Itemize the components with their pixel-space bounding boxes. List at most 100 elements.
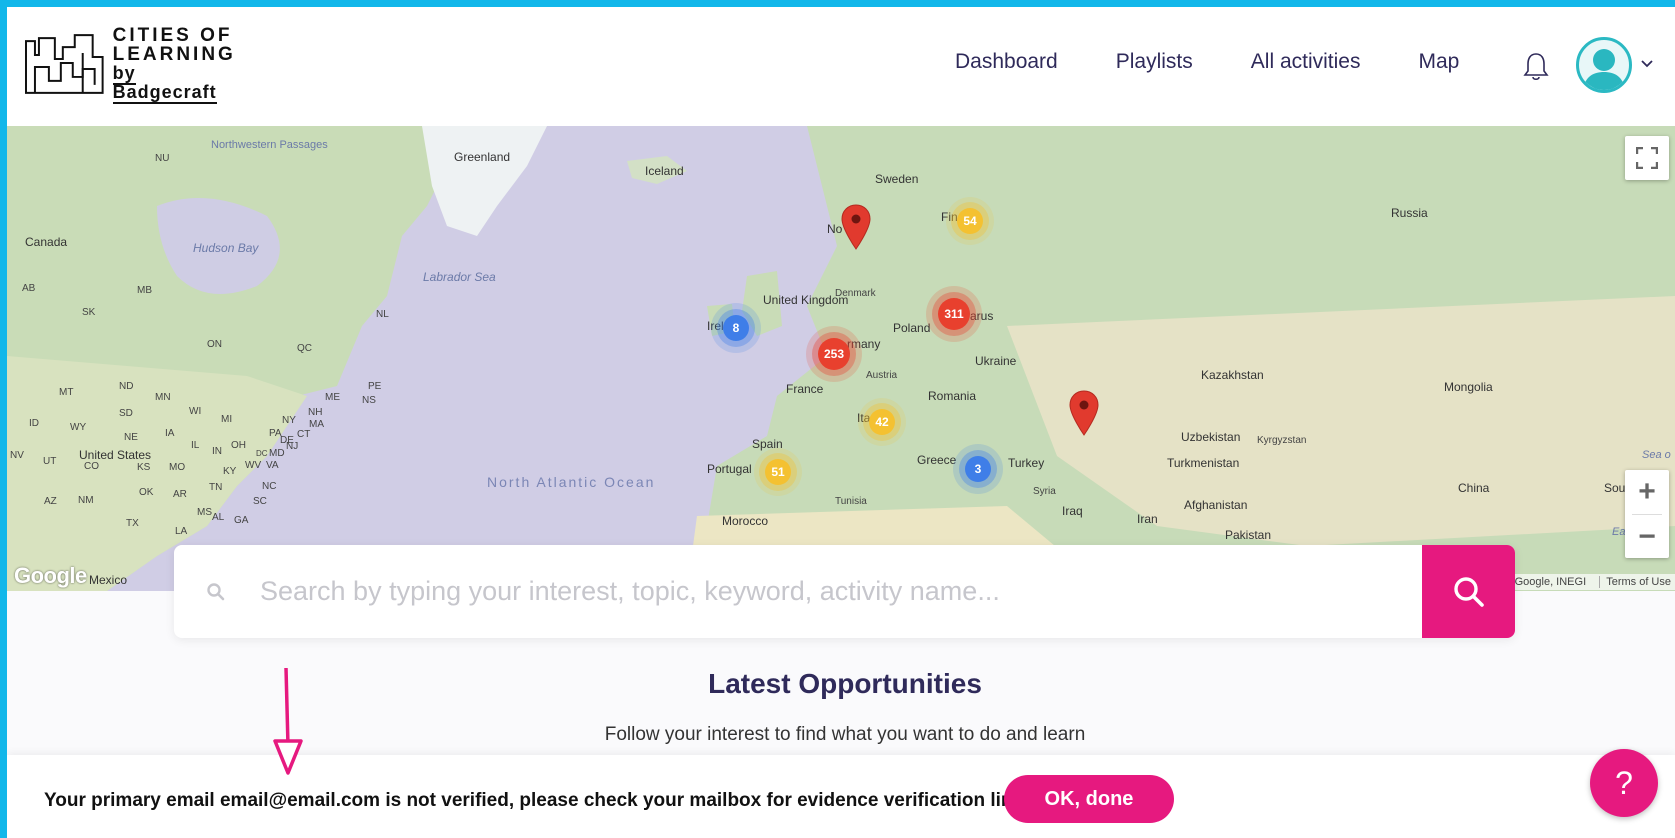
map-label-uzbekistan: Uzbekistan: [1181, 430, 1241, 444]
map-label-wv: WV: [245, 460, 262, 471]
map-label-ut: UT: [43, 456, 57, 467]
map-label-al: AL: [212, 512, 225, 523]
map-label-nv: NV: [10, 450, 24, 461]
map-cluster-iberia[interactable]: 51: [765, 459, 791, 485]
map-label-kazakhstan: Kazakhstan: [1201, 368, 1264, 382]
zoom-control: + −: [1625, 470, 1669, 558]
map-label-ia: IA: [165, 428, 175, 439]
map-label-iraq: Iraq: [1062, 504, 1083, 518]
map-label-canada: Canada: [25, 235, 68, 249]
nav-all-activities[interactable]: All activities: [1251, 50, 1361, 74]
map-label-belarus: arus: [970, 309, 994, 323]
search-bar: [174, 545, 1515, 638]
map-pin-icon[interactable]: [841, 204, 871, 250]
logo-line-2: LEARNING: [112, 44, 236, 65]
nav-dashboard[interactable]: Dashboard: [955, 50, 1058, 74]
map-cluster-ireland[interactable]: 8: [723, 315, 749, 341]
map-attribution-text: Google, INEGI: [1514, 576, 1587, 588]
map-label-uk: United Kingdom: [763, 293, 849, 307]
map-label-turkey: Turkey: [1008, 456, 1045, 470]
map-label-syria: Syria: [1033, 486, 1056, 497]
latest-opportunities-subtitle: Follow your interest to find what you wa…: [604, 724, 1086, 745]
map-label-pe: PE: [368, 381, 382, 392]
logo[interactable]: CITIES OF LEARNING by Badgecraft: [25, 26, 245, 104]
map-label-mb: MB: [137, 285, 152, 296]
map[interactable]: Northwestern Passages Greenland Iceland …: [7, 126, 1675, 591]
chevron-down-icon[interactable]: [1640, 56, 1654, 70]
map-cluster-turkey[interactable]: 3: [965, 456, 991, 482]
map-label-kyrgyzstan: Kyrgyzstan: [1257, 435, 1307, 446]
map-cluster-baltic[interactable]: 311: [938, 298, 970, 330]
map-label-sc: SC: [253, 496, 267, 507]
map-label-mexico: Mexico: [89, 573, 128, 587]
map-label-morocco: Morocco: [722, 514, 769, 528]
map-label-on: ON: [207, 339, 222, 350]
map-label-nd: ND: [119, 381, 134, 392]
map-pin-icon[interactable]: [1069, 390, 1099, 436]
avatar-icon: [1583, 49, 1625, 90]
fullscreen-button[interactable]: [1625, 136, 1669, 180]
map-terms-link[interactable]: Terms of Use: [1599, 576, 1671, 588]
help-icon: ?: [1615, 764, 1633, 801]
map-label-md: MD: [269, 448, 285, 459]
map-label-tunisia: Tunisia: [835, 496, 867, 507]
map-label-iceland: Iceland: [645, 164, 684, 178]
map-label-ct: CT: [297, 429, 311, 440]
help-button[interactable]: ?: [1590, 749, 1658, 817]
map-label-nw-passages: Northwestern Passages: [211, 139, 328, 151]
main-nav: Dashboard Playlists All activities Map: [955, 50, 1517, 74]
search-input[interactable]: [258, 575, 1342, 608]
map-label-portugal: Portugal: [707, 462, 752, 476]
map-label-north-atlantic: North Atlantic Ocean: [487, 474, 656, 490]
search-button[interactable]: [1422, 545, 1515, 638]
map-cluster-finland[interactable]: 54: [957, 208, 983, 234]
map-cluster-italy[interactable]: 42: [869, 409, 895, 435]
map-label-il: IL: [191, 440, 200, 451]
fullscreen-icon: [1636, 147, 1658, 169]
zoom-in-button[interactable]: +: [1638, 470, 1656, 514]
map-label-nl: NL: [376, 309, 389, 320]
ok-done-button[interactable]: OK, done: [1004, 775, 1174, 823]
zoom-out-button[interactable]: −: [1638, 515, 1656, 558]
map-label-ms: MS: [197, 507, 212, 518]
map-label-ar: AR: [173, 489, 187, 500]
map-label-sd: SD: [119, 408, 133, 419]
logo-line-3: by Badgecraft: [112, 63, 245, 104]
map-label-va: VA: [266, 460, 279, 471]
map-label-ok: OK: [139, 487, 154, 498]
map-label-me: ME: [325, 392, 340, 403]
map-label-tn: TN: [209, 482, 223, 493]
map-label-ns: NS: [362, 395, 376, 406]
map-label-greenland: Greenland: [454, 150, 511, 164]
map-label-oh: OH: [231, 440, 246, 451]
map-label-ireland: Irel: [707, 319, 724, 333]
map-label-mi: MI: [221, 414, 233, 425]
map-label-mt: MT: [59, 387, 74, 398]
map-label-ga: GA: [234, 515, 249, 526]
map-label-nh: NH: [308, 407, 323, 418]
map-cluster-central-europe[interactable]: 253: [818, 338, 850, 370]
map-label-nc: NC: [262, 481, 277, 492]
logo-text: CITIES OF LEARNING by Badgecraft: [112, 26, 245, 104]
map-label-nj: NJ: [286, 441, 299, 452]
bell-icon[interactable]: [1523, 52, 1549, 82]
nav-playlists[interactable]: Playlists: [1116, 50, 1193, 74]
map-label-ab: AB: [22, 283, 36, 294]
map-label-sk: SK: [82, 307, 96, 318]
map-label-austria: Austria: [866, 370, 898, 381]
map-label-co: CO: [84, 461, 99, 472]
map-label-poland: Poland: [893, 321, 931, 335]
nav-map[interactable]: Map: [1418, 50, 1459, 74]
search-icon: [207, 582, 225, 600]
map-label-ky: KY: [223, 466, 237, 477]
map-label-greece: Greece: [917, 453, 957, 467]
map-label-mn: MN: [155, 392, 171, 403]
map-attribution: Google, INEGI Terms of Use: [1510, 574, 1675, 590]
map-label-wy: WY: [70, 422, 87, 433]
avatar[interactable]: [1576, 37, 1632, 93]
map-label-ma: MA: [309, 419, 324, 430]
map-label-tx: TX: [126, 518, 139, 529]
map-label-germany: rmany: [847, 337, 881, 351]
map-label-mongolia: Mongolia: [1444, 380, 1493, 394]
map-label-france: France: [786, 382, 824, 396]
